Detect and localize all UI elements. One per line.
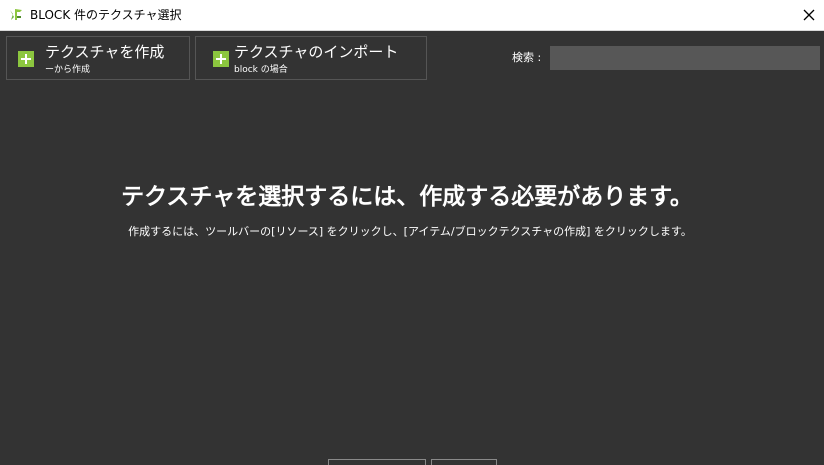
close-icon — [803, 9, 815, 21]
window-title: BLOCK 件のテクスチャ選択 — [30, 8, 182, 22]
close-button[interactable] — [794, 0, 824, 30]
app-logo-icon — [10, 9, 22, 20]
empty-state-heading: テクスチャを選択するには、作成する必要があります。 — [121, 184, 693, 210]
import-texture-sublabel: block の場合 — [234, 65, 288, 75]
empty-state-hint: 作成するには、ツールバーの[リソース] をクリックし、[アイテム/ブロックテクス… — [128, 225, 692, 238]
create-texture-sublabel: ーから作成 — [45, 65, 91, 75]
plus-icon — [18, 51, 34, 67]
import-texture-button[interactable]: テクスチャのインポート block の場合 — [195, 36, 427, 80]
import-texture-label: テクスチャのインポート — [234, 43, 399, 61]
bottom-left-button[interactable] — [328, 459, 426, 465]
plus-icon — [213, 51, 229, 67]
search-label: 検索 : — [512, 51, 542, 64]
title-bar[interactable]: BLOCK 件のテクスチャ選択 — [0, 0, 824, 31]
search-input[interactable] — [550, 46, 820, 70]
bottom-right-button[interactable] — [431, 459, 497, 465]
texture-select-window: BLOCK 件のテクスチャ選択 テクスチャを作成 ーから作成 テクスチャのインポ… — [0, 0, 824, 465]
create-texture-label: テクスチャを作成 — [45, 43, 165, 61]
create-texture-button[interactable]: テクスチャを作成 ーから作成 — [6, 36, 190, 80]
